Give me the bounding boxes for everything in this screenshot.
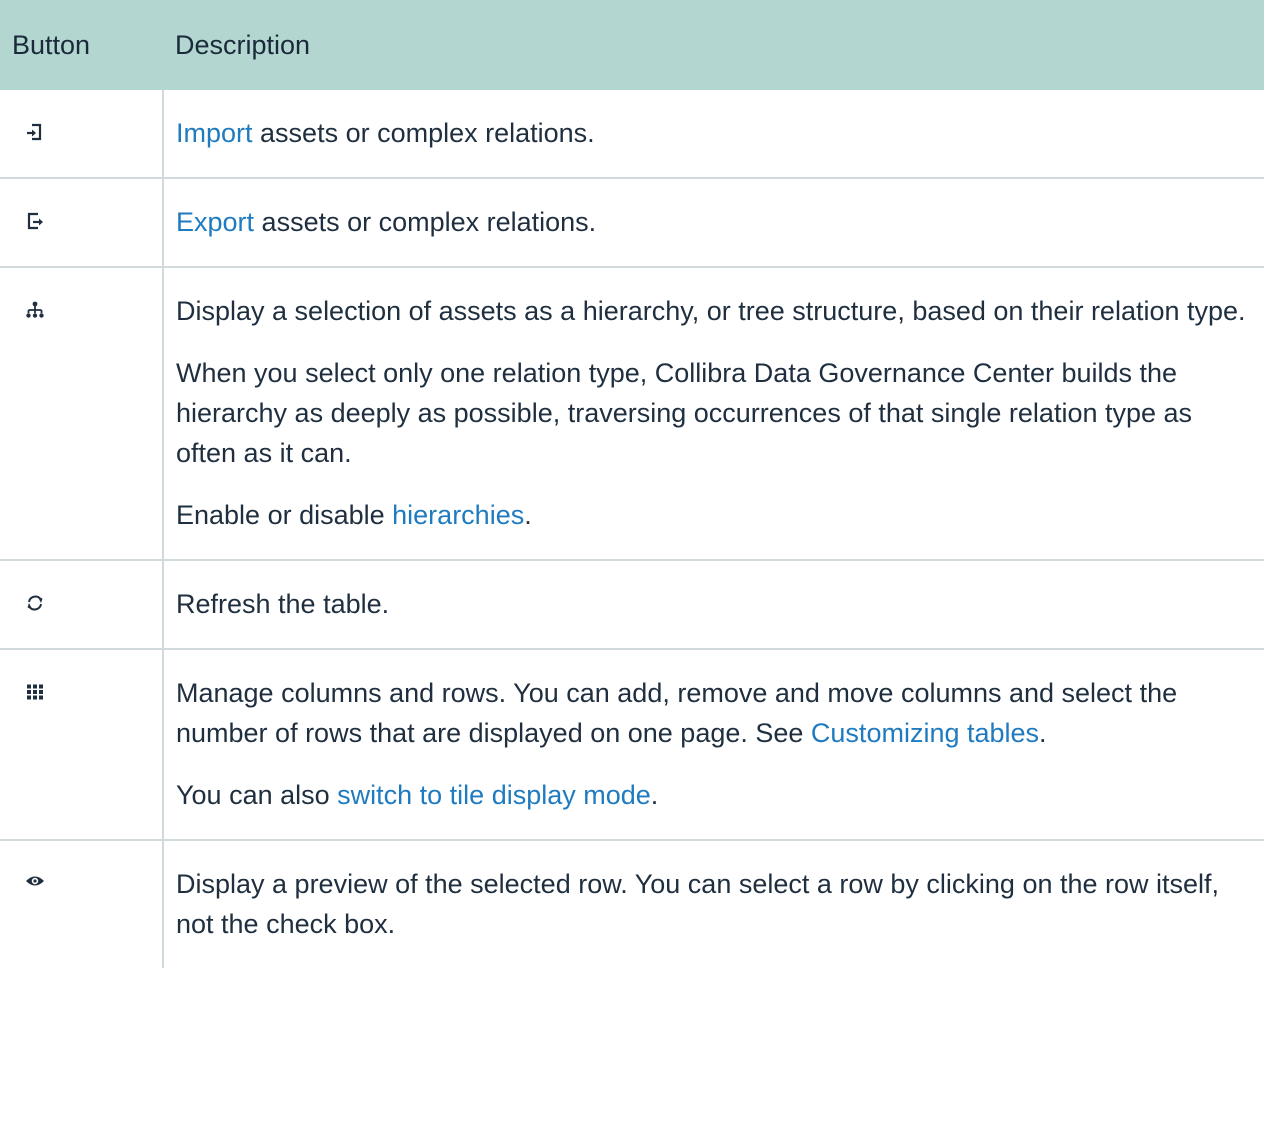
import-icon[interactable] [24, 121, 46, 143]
description-text: When you select only one relation type, … [176, 358, 1193, 468]
header-button: Button [0, 0, 163, 90]
buttons-table: Button Description Import assets or comp… [0, 0, 1264, 968]
description-text: Export assets or complex relations. [176, 207, 597, 237]
description-text: Import assets or complex relations. [176, 118, 595, 148]
description-text: Display a selection of assets as a hiera… [176, 296, 1246, 326]
customizing-tables-link[interactable]: Customizing tables [811, 718, 1039, 748]
description-text: You can also switch to tile display mode… [176, 780, 659, 810]
table-row: Manage columns and rows. You can add, re… [0, 649, 1264, 841]
header-description: Description [163, 0, 1264, 90]
export-icon[interactable] [24, 210, 46, 232]
description-text: Refresh the table. [176, 589, 390, 619]
eye-icon[interactable] [24, 872, 46, 894]
table-row: Display a selection of assets as a hiera… [0, 267, 1264, 561]
description-text: Manage columns and rows. You can add, re… [176, 678, 1178, 748]
hierarchy-icon[interactable] [24, 299, 46, 321]
grid-icon[interactable] [24, 681, 46, 703]
table-row: Import assets or complex relations. [0, 90, 1264, 179]
description-text: Display a preview of the selected row. Y… [176, 869, 1220, 939]
tile-display-link[interactable]: switch to tile display mode [337, 780, 651, 810]
export-link[interactable]: Export [176, 207, 254, 237]
table-row: Display a preview of the selected row. Y… [0, 840, 1264, 968]
import-link[interactable]: Import [176, 118, 253, 148]
refresh-icon[interactable] [24, 592, 46, 614]
description-text: Enable or disable hierarchies. [176, 500, 532, 530]
hierarchies-link[interactable]: hierarchies [392, 500, 524, 530]
table-row: Refresh the table. [0, 560, 1264, 650]
table-header-row: Button Description [0, 0, 1264, 90]
table-row: Export assets or complex relations. [0, 178, 1264, 268]
